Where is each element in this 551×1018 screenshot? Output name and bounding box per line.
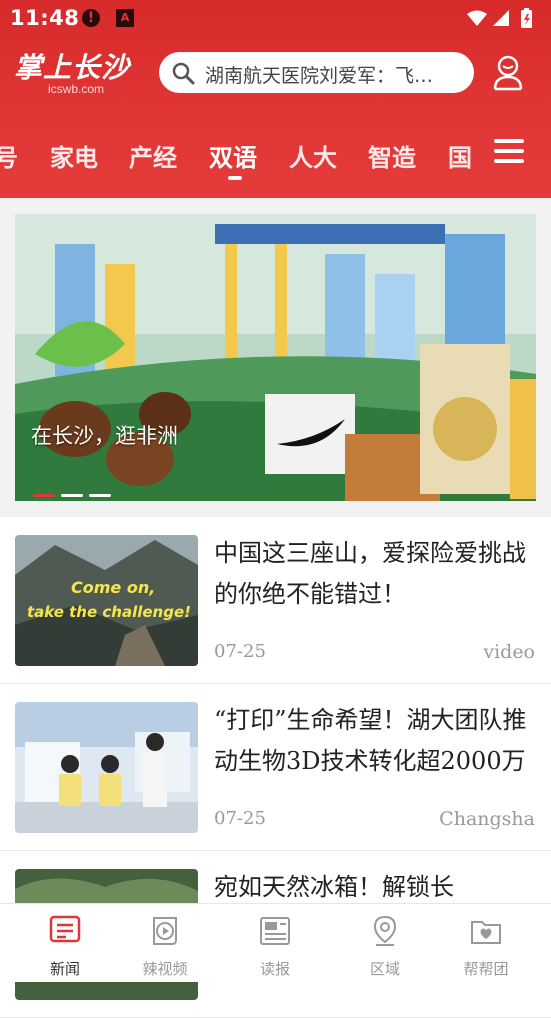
article-title: 宛如天然冰箱！解锁长 bbox=[214, 873, 454, 901]
tab-industry[interactable]: 产经 bbox=[129, 138, 177, 173]
tab-hao[interactable]: 号 bbox=[0, 138, 18, 173]
newspaper-icon bbox=[260, 917, 290, 945]
channel-tabs: 号 家电 产经 双语 人大 智造 国 bbox=[0, 132, 551, 182]
status-bar: 11:48 ! A bbox=[0, 0, 551, 38]
tab-bilingual[interactable]: 双语 bbox=[209, 138, 257, 173]
search-placeholder: 湖南航天医院刘爱军：飞… bbox=[205, 65, 434, 87]
article-date: 07-25 bbox=[214, 641, 266, 662]
tab-appliances[interactable]: 家电 bbox=[50, 138, 98, 173]
wifi-icon bbox=[467, 10, 487, 26]
thumb-overlay-line2: take the challenge! bbox=[27, 603, 191, 621]
app-header: 11:48 ! A 掌上长沙 icswb.com 湖南航天医院刘爱军：飞… 号 … bbox=[0, 0, 551, 198]
logo-text: 掌上长沙 bbox=[14, 51, 131, 84]
banner-carousel[interactable]: 在长沙，逛非洲 bbox=[15, 214, 536, 501]
mountain-image: Come on, take the challenge! bbox=[15, 535, 198, 666]
nav-video[interactable]: 辣视频 bbox=[115, 914, 215, 979]
logo-domain: icswb.com bbox=[48, 82, 105, 96]
nav-region[interactable]: 区域 bbox=[335, 914, 435, 979]
status-time: 11:48 bbox=[10, 6, 80, 30]
carousel-dot bbox=[61, 494, 83, 497]
article-tag: Changsha bbox=[439, 808, 535, 830]
carousel-dot-active bbox=[33, 494, 55, 497]
tab-guo[interactable]: 国 bbox=[448, 138, 472, 173]
carousel-dot bbox=[89, 494, 111, 497]
article-thumbnail bbox=[15, 702, 198, 833]
bottom-navigation: 新闻 辣视频 读报 区域 帮帮团 bbox=[0, 903, 551, 982]
article-thumbnail: Come on, take the challenge! bbox=[15, 535, 198, 666]
nav-news-label: 新闻 bbox=[49, 960, 80, 978]
signal-battery-icons bbox=[467, 8, 532, 28]
video-icon bbox=[153, 917, 177, 945]
user-profile-icon[interactable] bbox=[490, 53, 526, 93]
lab-booth-image bbox=[15, 702, 198, 833]
status-right-icons bbox=[465, 8, 541, 34]
article-date: 07-25 bbox=[214, 808, 266, 829]
channel-menu-icon[interactable] bbox=[494, 139, 524, 167]
app-logo[interactable]: 掌上长沙 icswb.com bbox=[14, 51, 131, 97]
nav-help-group-label: 帮帮团 bbox=[463, 960, 509, 978]
nav-region-label: 区域 bbox=[369, 960, 400, 978]
nav-video-label: 辣视频 bbox=[142, 960, 188, 978]
active-tab-indicator bbox=[228, 176, 242, 180]
nav-help-group[interactable]: 帮帮团 bbox=[436, 914, 536, 979]
alert-icon: ! bbox=[82, 9, 100, 27]
folder-heart-icon bbox=[471, 921, 501, 944]
list-item[interactable]: “打印”生命希望！湖大团队推动生物3D技术转化超2000万 07-25 Chan… bbox=[0, 684, 551, 851]
nav-newspaper[interactable]: 读报 bbox=[225, 914, 325, 979]
app-notification-icon: A bbox=[116, 9, 134, 27]
tab-manufacturing[interactable]: 智造 bbox=[368, 138, 416, 173]
news-icon bbox=[49, 915, 81, 943]
nav-newspaper-label: 读报 bbox=[259, 960, 290, 978]
banner-image bbox=[15, 214, 536, 501]
carousel-indicator bbox=[33, 482, 117, 497]
banner-caption: 在长沙，逛非洲 bbox=[31, 424, 178, 448]
search-bar[interactable]: 湖南航天医院刘爱军：飞… bbox=[159, 52, 474, 93]
cell-signal-icon bbox=[493, 10, 509, 26]
article-title: 中国这三座山，爱探险爱挑战的你绝不能错过！ bbox=[214, 539, 526, 608]
tab-npc[interactable]: 人大 bbox=[289, 138, 337, 173]
list-item[interactable]: Come on, take the challenge! 中国这三座山，爱探险爱… bbox=[0, 517, 551, 684]
nav-news[interactable]: 新闻 bbox=[15, 914, 115, 979]
location-icon bbox=[373, 915, 397, 946]
article-tag: video bbox=[483, 641, 535, 663]
search-icon bbox=[172, 62, 195, 85]
thumb-overlay-line1: Come on, bbox=[71, 578, 155, 597]
article-title: “打印”生命希望！湖大团队推动生物3D技术转化超2000万 bbox=[214, 706, 527, 775]
